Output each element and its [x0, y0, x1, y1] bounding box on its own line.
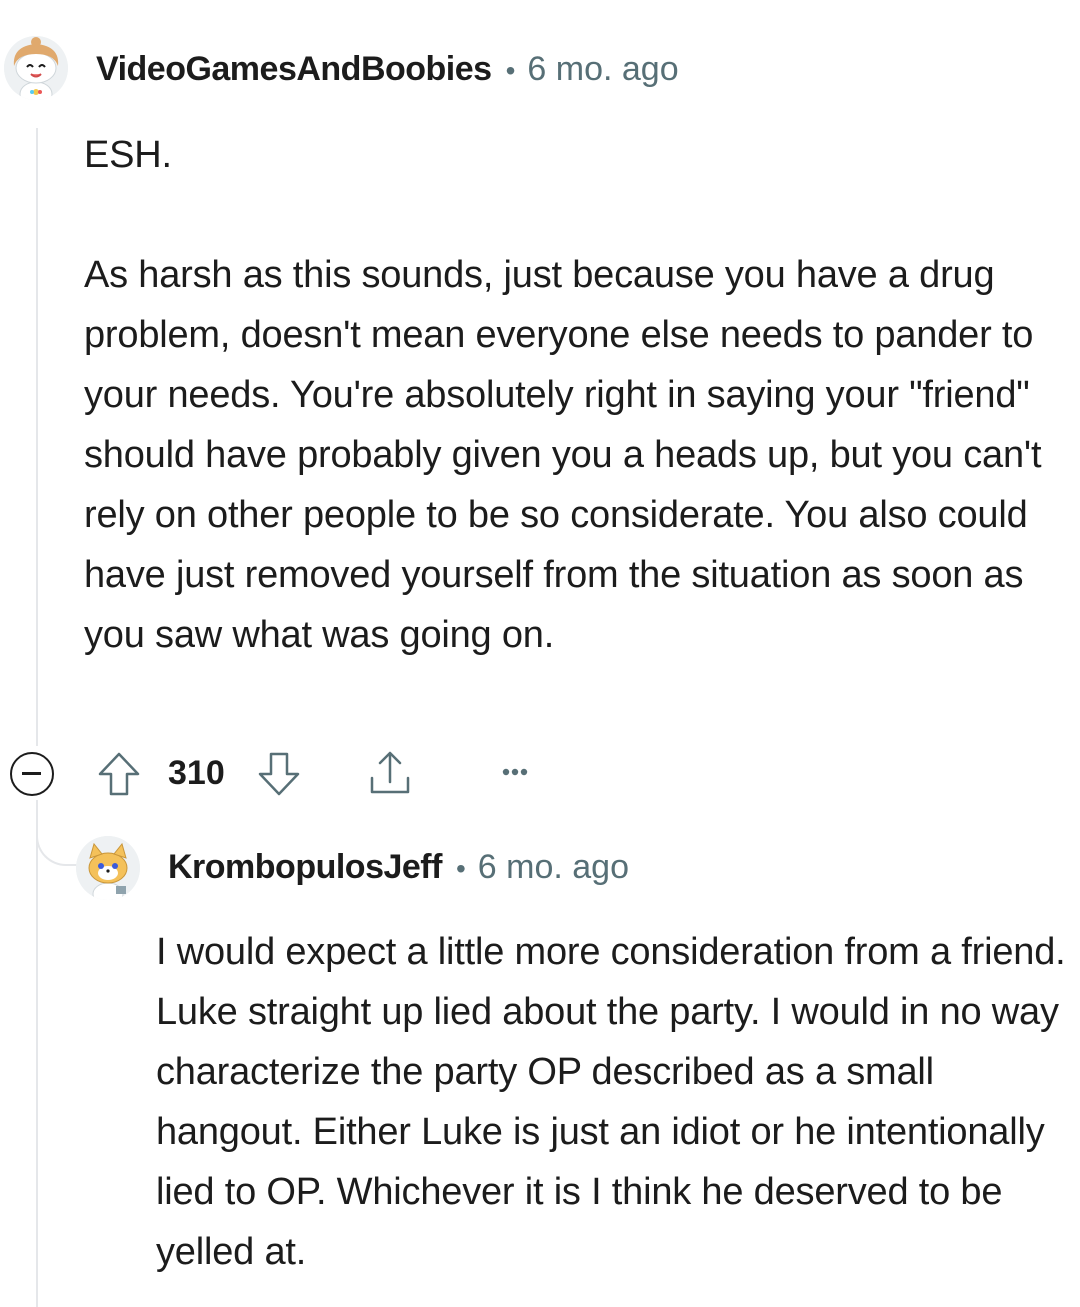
- comment-paragraph: ESH.: [84, 134, 172, 176]
- thread-line[interactable]: [36, 128, 38, 746]
- user-avatar[interactable]: [76, 836, 140, 900]
- snoo-avatar-icon: [4, 36, 68, 100]
- reply-thread-connector: [36, 800, 78, 866]
- meta-separator: •: [505, 55, 516, 86]
- comment-meta: KrombopulosJeff • 6 mo. ago: [168, 848, 629, 887]
- comment-username[interactable]: KrombopulosJeff: [168, 848, 442, 887]
- collapse-minus-icon[interactable]: [10, 752, 54, 796]
- comment-paragraph: I would expect a little more considerati…: [156, 931, 1066, 1273]
- comment-timestamp[interactable]: 6 mo. ago: [527, 50, 678, 89]
- share-icon[interactable]: [366, 748, 414, 800]
- comment-timestamp[interactable]: 6 mo. ago: [478, 848, 629, 887]
- comment-username[interactable]: VideoGamesAndBoobies: [96, 50, 492, 89]
- comment-meta: VideoGamesAndBoobies • 6 mo. ago: [96, 50, 679, 89]
- comment-action-bar: 310: [10, 748, 570, 800]
- comment-body: I would expect a little more considerati…: [156, 922, 1071, 1282]
- more-options-icon[interactable]: [500, 766, 536, 778]
- thread-line-continued[interactable]: [36, 800, 38, 1307]
- snoo-avatar-icon: [76, 836, 140, 900]
- comment-paragraph: As harsh as this sounds, just because yo…: [84, 254, 1042, 656]
- meta-separator: •: [455, 853, 466, 884]
- comment-body: ESH. As harsh as this sounds, just becau…: [84, 125, 1074, 665]
- vote-count: 310: [168, 754, 225, 792]
- upvote-arrow-icon[interactable]: [96, 750, 142, 798]
- downvote-arrow-icon[interactable]: [256, 750, 302, 798]
- user-avatar[interactable]: [4, 36, 68, 100]
